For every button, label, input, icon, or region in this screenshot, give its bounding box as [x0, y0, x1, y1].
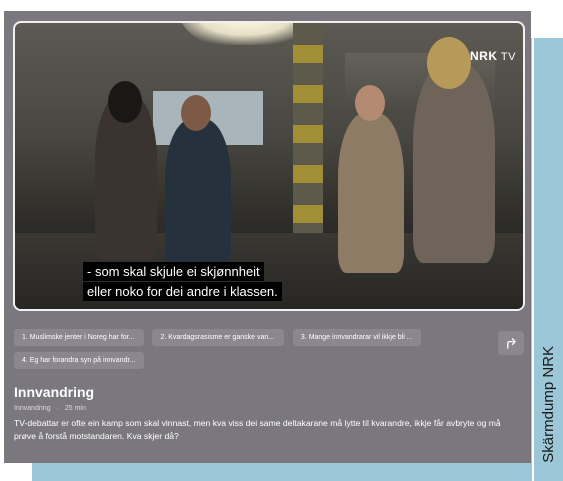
meta-separator: ·: [56, 405, 59, 412]
program-description: TV-debattar er ofte ein kamp som skal vi…: [14, 418, 501, 441]
program-card: NRK TV - som skal skjule ei skjønnheit e…: [4, 11, 531, 463]
subtitle-box: - som skal skjule ei skjønnheit eller no…: [83, 262, 282, 302]
participant-2-head: [181, 95, 211, 131]
episode-chip-3[interactable]: 3. Mange innvandrarar vil ikkje bli ...: [292, 329, 421, 346]
participant-4: [413, 63, 495, 263]
program-title: Innvandring: [14, 384, 95, 400]
episode-chip-2[interactable]: 2. Kvardagsrasisme er ganske van...: [152, 329, 285, 346]
episode-chip-4[interactable]: 4. Eg har forandra syn på innvandr...: [14, 352, 144, 369]
logo-nrk: NRK: [470, 49, 498, 63]
logo-tv: TV: [500, 51, 516, 63]
program-meta: Innvandring · 25 min: [14, 405, 86, 412]
video-player[interactable]: NRK TV - som skal skjule ei skjønnheit e…: [13, 21, 525, 311]
subtitle-line-1: - som skal skjule ei skjønnheit: [83, 262, 264, 281]
share-button[interactable]: [498, 331, 524, 355]
image-credit: Skärmdump NRK: [534, 38, 563, 463]
nrk-tv-logo: NRK TV: [470, 49, 516, 63]
striped-pillar: [293, 23, 323, 248]
episode-chip-list: 1. Muslimske jenter i Noreg har for... 2…: [14, 329, 484, 375]
share-arrow-icon: [506, 337, 516, 349]
subtitle-line-2: eller noko for dei andre i klassen.: [83, 282, 282, 301]
participant-2: [165, 119, 231, 269]
participant-4-head: [427, 37, 471, 89]
episode-chip-1[interactable]: 1. Muslimske jenter i Noreg har for...: [14, 329, 144, 346]
program-category: Innvandring: [14, 405, 51, 412]
credit-text: Skärmdump NRK: [540, 346, 557, 463]
participant-1-head: [108, 81, 142, 123]
participant-3: [338, 113, 404, 273]
program-duration: 25 min: [64, 405, 86, 412]
participant-3-head: [355, 85, 385, 121]
